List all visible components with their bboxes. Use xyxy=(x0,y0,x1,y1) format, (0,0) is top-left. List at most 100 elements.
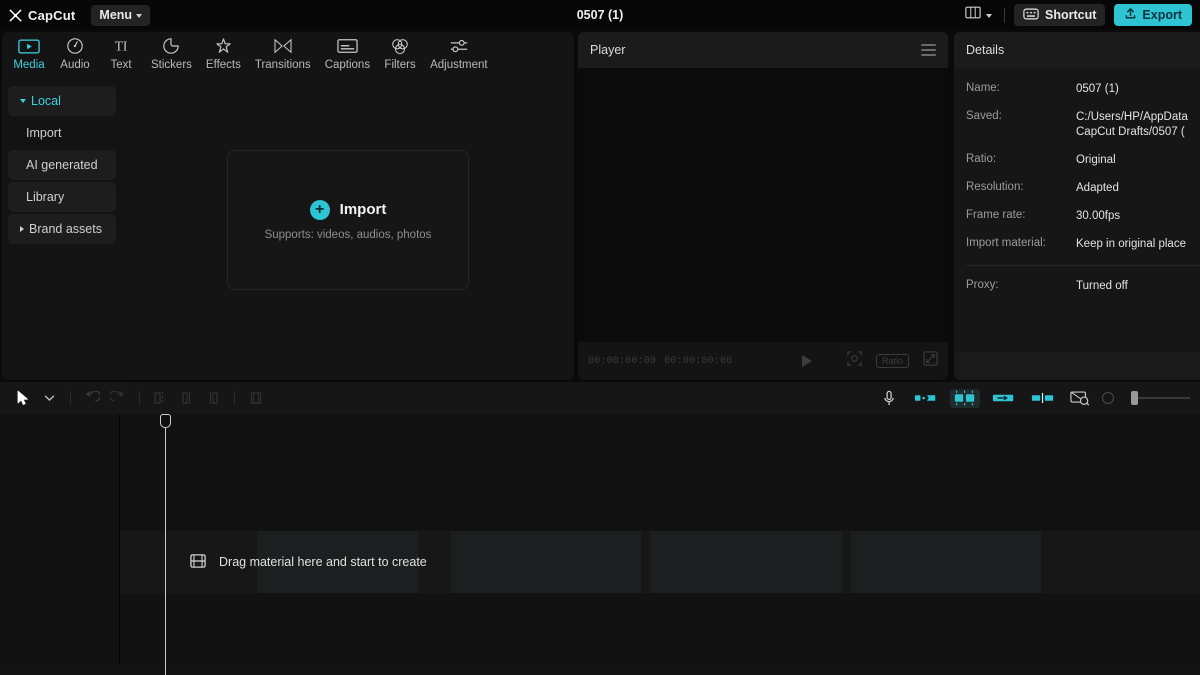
layout-button[interactable] xyxy=(962,4,995,26)
timeline-scrollbar[interactable] xyxy=(0,665,1200,675)
tab-audio[interactable]: Audio xyxy=(52,32,98,71)
tab-stickers[interactable]: Stickers xyxy=(144,32,199,71)
hamburger-icon[interactable] xyxy=(921,44,936,56)
timeline-tracks[interactable]: Drag material here and start to create xyxy=(120,414,1200,675)
detail-label: Import material: xyxy=(966,237,1076,252)
tab-label: Captions xyxy=(325,59,370,71)
player-panel: Player 00:00:00:00 00:00:00:00 xyxy=(578,32,948,380)
crop-icon[interactable] xyxy=(243,385,269,411)
sidebar-item-library[interactable]: Library xyxy=(8,182,116,212)
cursor-icon[interactable] xyxy=(10,385,36,411)
tab-effects[interactable]: Effects xyxy=(199,32,248,71)
trim-left-icon[interactable] xyxy=(174,385,200,411)
divider xyxy=(234,391,235,405)
detail-value[interactable]: Turned off xyxy=(1076,279,1128,294)
detail-value[interactable]: Adapted xyxy=(1076,181,1119,196)
tab-adjustment[interactable]: Adjustment xyxy=(423,32,495,71)
menu-button[interactable]: Menu xyxy=(91,5,150,26)
plus-icon: + xyxy=(310,200,330,220)
details-panel: Details Name: 0507 (1) Saved: C:/Users/H… xyxy=(954,32,1200,380)
shortcut-button[interactable]: Shortcut xyxy=(1014,4,1105,26)
timeline-gutter xyxy=(0,414,119,675)
detail-value[interactable]: 30.00fps xyxy=(1076,209,1120,224)
detail-row-name: Name: 0507 (1) xyxy=(966,82,1200,97)
speed-button[interactable] xyxy=(911,389,941,408)
menu-label: Menu xyxy=(99,8,132,22)
detail-value[interactable]: Original xyxy=(1076,153,1116,168)
zoom-out-icon[interactable] xyxy=(1102,392,1114,404)
track-segment xyxy=(851,531,1041,593)
media-body: Local Import AI generated Library Brand … xyxy=(2,80,574,380)
detail-row-ratio: Ratio: Original xyxy=(966,153,1200,168)
export-label: Export xyxy=(1142,8,1182,22)
redo-icon[interactable] xyxy=(105,385,131,411)
export-button[interactable]: Export xyxy=(1114,4,1192,26)
text-icon: TI xyxy=(110,36,132,56)
trim-right-icon[interactable] xyxy=(200,385,226,411)
mirror-button[interactable] xyxy=(1028,389,1058,408)
player-title: Player xyxy=(590,43,625,57)
playhead[interactable] xyxy=(165,422,166,675)
divider xyxy=(966,265,1200,266)
captions-icon xyxy=(337,36,358,56)
tab-media[interactable]: Media xyxy=(6,32,52,71)
details-footer xyxy=(954,352,1200,380)
undo-icon[interactable] xyxy=(79,385,105,411)
zoom-slider-knob[interactable] xyxy=(1131,391,1138,405)
tab-captions[interactable]: Captions xyxy=(318,32,377,71)
detail-label: Ratio: xyxy=(966,153,1076,168)
tab-label: Effects xyxy=(206,59,241,71)
tab-text[interactable]: TI Text xyxy=(98,32,144,71)
import-dropzone[interactable]: + Import Supports: videos, audios, photo… xyxy=(227,150,469,290)
fullscreen-icon[interactable] xyxy=(923,351,938,371)
animation-button[interactable] xyxy=(950,389,980,408)
tab-filters[interactable]: Filters xyxy=(377,32,423,71)
track-segment xyxy=(451,531,641,593)
play-icon[interactable] xyxy=(802,355,812,367)
import-row: + Import xyxy=(310,200,387,220)
sidebar-item-ai-generated[interactable]: AI generated xyxy=(8,150,116,180)
tab-label: Transitions xyxy=(255,59,311,71)
sidebar-item-local[interactable]: Local xyxy=(8,86,116,116)
media-panel: Media Audio TI xyxy=(2,32,574,380)
split-icon[interactable] xyxy=(148,385,174,411)
chevron-down-icon xyxy=(20,99,26,103)
tab-label: Stickers xyxy=(151,59,192,71)
effects-icon xyxy=(214,36,233,56)
sidebar-item-import[interactable]: Import xyxy=(8,118,116,148)
capcut-logo-icon xyxy=(8,8,23,23)
detail-value[interactable]: Keep in original place xyxy=(1076,237,1186,252)
import-hint: Supports: videos, audios, photos xyxy=(265,229,432,241)
svg-text:TI: TI xyxy=(115,38,128,53)
timeline-panel: Drag material here and start to create xyxy=(0,382,1200,675)
chevron-right-icon xyxy=(20,226,24,232)
tab-transitions[interactable]: Transitions xyxy=(248,32,318,71)
timeline-toolbar xyxy=(0,382,1200,414)
playhead-handle[interactable] xyxy=(160,414,171,428)
link-button[interactable] xyxy=(989,389,1019,408)
current-time[interactable]: 00:00:00:00 xyxy=(588,356,656,367)
sidebar-item-brand-assets[interactable]: Brand assets xyxy=(8,214,116,244)
details-title: Details xyxy=(966,43,1004,57)
keyframe-button[interactable] xyxy=(1067,385,1093,411)
player-stage[interactable] xyxy=(578,68,948,342)
detail-row-proxy: Proxy: Turned off xyxy=(966,279,1200,294)
timeline-drop-track[interactable]: Drag material here and start to create xyxy=(120,531,1200,593)
sidebar-item-label: Import xyxy=(26,126,61,140)
app-logo: CapCut xyxy=(0,8,75,23)
zoom-slider[interactable] xyxy=(1131,391,1190,405)
sidebar-item-label: Brand assets xyxy=(29,222,102,236)
frame-icon[interactable] xyxy=(847,351,862,371)
detail-row-saved: Saved: C:/Users/HP/AppData CapCut Drafts… xyxy=(966,110,1200,140)
details-header: Details xyxy=(954,32,1200,68)
zoom-slider-track[interactable] xyxy=(1138,397,1190,399)
microphone-icon[interactable] xyxy=(876,385,902,411)
divider xyxy=(70,391,71,405)
detail-label: Resolution: xyxy=(966,181,1076,196)
ratio-button[interactable]: Ratio xyxy=(876,354,909,368)
titlebar-actions: Shortcut Export xyxy=(962,0,1200,30)
track-segment xyxy=(650,531,842,593)
total-time: 00:00:00:00 xyxy=(664,356,732,367)
chevron-down-icon[interactable] xyxy=(36,385,62,411)
detail-label: Name: xyxy=(966,82,1076,97)
